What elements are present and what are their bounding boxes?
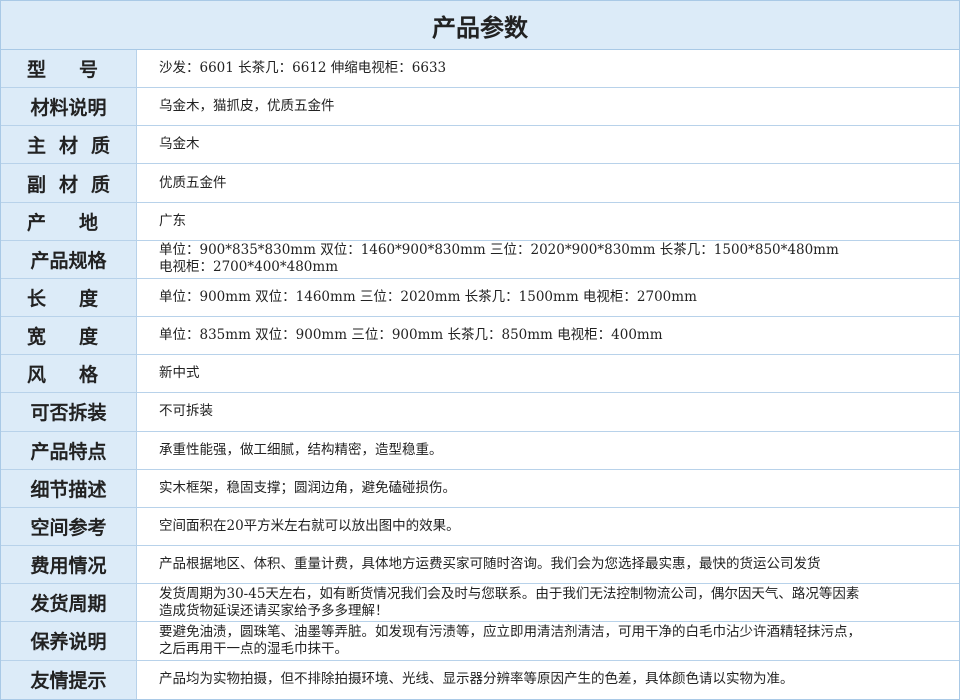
row-label: 空间参考 (1, 507, 137, 546)
table-row-cost: 费用情况 产品根据地区、体积、重量计费，具体地方运费买家可随时咨询。我们会为您选… (1, 546, 959, 585)
label-char: 质 (90, 173, 110, 196)
table-row-style: 风格 新中式 (1, 355, 959, 394)
table-row-origin: 产地 广东 (1, 202, 959, 241)
row-label: 长度 (1, 278, 137, 317)
row-label: 主材质 (1, 126, 137, 164)
table-row-specs: 产品规格 单位：900*835*830mm 双位：1460*900*830mm … (1, 240, 959, 279)
label-char: 格 (78, 364, 98, 387)
label-char: 质 (90, 135, 110, 158)
label-char: 副 (27, 173, 47, 196)
label-char: 宽 (27, 326, 47, 349)
row-value: 承重性能强，做工细腻，结构精密，造型稳重。 (159, 441, 443, 458)
row-value: 产品均为实物拍摄，但不排除拍摄环境、光线、显示器分辨率等原因产生的色差，具体颜色… (159, 671, 794, 688)
row-label: 发货周期 (1, 584, 137, 622)
row-label: 产品特点 (1, 431, 137, 469)
table-row-details: 细节描述 实木框架，稳固支撑；圆润边角，避免磕碰损伤。 (1, 469, 959, 508)
row-label: 副材质 (1, 164, 137, 202)
row-label: 产品规格 (1, 240, 137, 278)
table-row-care: 保养说明 要避免油渍，圆珠笔、油墨等弄脏。如发现有污渍等，应立即用清洁剂清洁，可… (1, 622, 959, 661)
row-value: 单位：900mm 双位：1460mm 三位：2020mm 长茶几：1500mm … (159, 289, 697, 306)
row-label: 费用情况 (1, 546, 137, 584)
row-value: 乌金木，猫抓皮，优质五金件 (159, 98, 335, 115)
row-value: 单位：835mm 双位：900mm 三位：900mm 长茶几：850mm 电视柜… (159, 327, 663, 344)
table-row-shipping: 发货周期 发货周期为30-45天左右，如有断货情况我们会及时与您联系。由于我们无… (1, 584, 959, 623)
table-row-material-desc: 材料说明 乌金木，猫抓皮，优质五金件 (1, 88, 959, 127)
label-char: 材 (58, 135, 78, 158)
table-row-length: 长度 单位：900mm 双位：1460mm 三位：2020mm 长茶几：1500… (1, 278, 959, 318)
label-char: 度 (78, 326, 98, 349)
row-value: 空间面积在20平方米左右就可以放出图中的效果。 (159, 517, 460, 534)
row-label: 细节描述 (1, 469, 137, 507)
table-row-features: 产品特点 承重性能强，做工细腻，结构精密，造型稳重。 (1, 431, 959, 470)
label-char: 长 (27, 288, 47, 311)
table-row-width: 宽度 单位：835mm 双位：900mm 三位：900mm 长茶几：850mm … (1, 317, 959, 356)
row-label: 风格 (1, 355, 137, 393)
row-value: 实木框架，稳固支撑；圆润边角，避免磕碰损伤。 (159, 479, 456, 496)
row-label: 宽度 (1, 317, 137, 355)
row-value: 要避免油渍，圆珠笔、油墨等弄脏。如发现有污渍等，应立即用清洁剂清洁，可用干净的白… (159, 623, 861, 657)
row-label: 产地 (1, 202, 137, 240)
row-value: 单位：900*835*830mm 双位：1460*900*830mm 三位：20… (159, 242, 839, 276)
label-char: 号 (78, 59, 98, 82)
row-value: 广东 (159, 212, 186, 229)
row-value: 不可拆装 (159, 403, 213, 420)
row-value: 乌金木 (159, 136, 200, 153)
label-char: 主 (27, 135, 47, 158)
table-title: 产品参数 (1, 1, 959, 50)
label-char: 度 (78, 288, 98, 311)
row-value: 沙发：6601 长茶几：6612 伸缩电视柜：6633 (159, 60, 447, 77)
row-value: 优质五金件 (159, 174, 227, 191)
row-label: 友情提示 (1, 660, 137, 699)
label-char: 材 (58, 173, 78, 196)
row-label: 材料说明 (1, 88, 137, 126)
row-value: 新中式 (159, 365, 200, 382)
label-char: 产 (27, 211, 47, 234)
label-char: 型 (27, 59, 47, 82)
label-char: 风 (27, 364, 47, 387)
table-row-assembly: 可否拆装 不可拆装 (1, 393, 959, 432)
row-label: 型号 (1, 50, 137, 88)
row-label: 保养说明 (1, 622, 137, 660)
table-row-space: 空间参考 空间面积在20平方米左右就可以放出图中的效果。 (1, 507, 959, 547)
row-label: 可否拆装 (1, 393, 137, 431)
row-value: 产品根据地区、体积、重量计费，具体地方运费买家可随时咨询。我们会为您选择最实惠，… (159, 556, 821, 573)
table-row-main-material: 主材质 乌金木 (1, 126, 959, 165)
label-char: 地 (78, 211, 98, 234)
table-row-notice: 友情提示 产品均为实物拍摄，但不排除拍摄环境、光线、显示器分辨率等原因产生的色差… (1, 660, 959, 699)
table-row-model: 型号 沙发：6601 长茶几：6612 伸缩电视柜：6633 (1, 50, 959, 89)
row-value: 发货周期为30-45天左右，如有断货情况我们会及时与您联系。由于我们无法控制物流… (159, 585, 860, 619)
product-spec-table: 产品参数 型号 沙发：6601 长茶几：6612 伸缩电视柜：6633 材料说明… (0, 0, 960, 700)
table-row-secondary-material: 副材质 优质五金件 (1, 164, 959, 203)
